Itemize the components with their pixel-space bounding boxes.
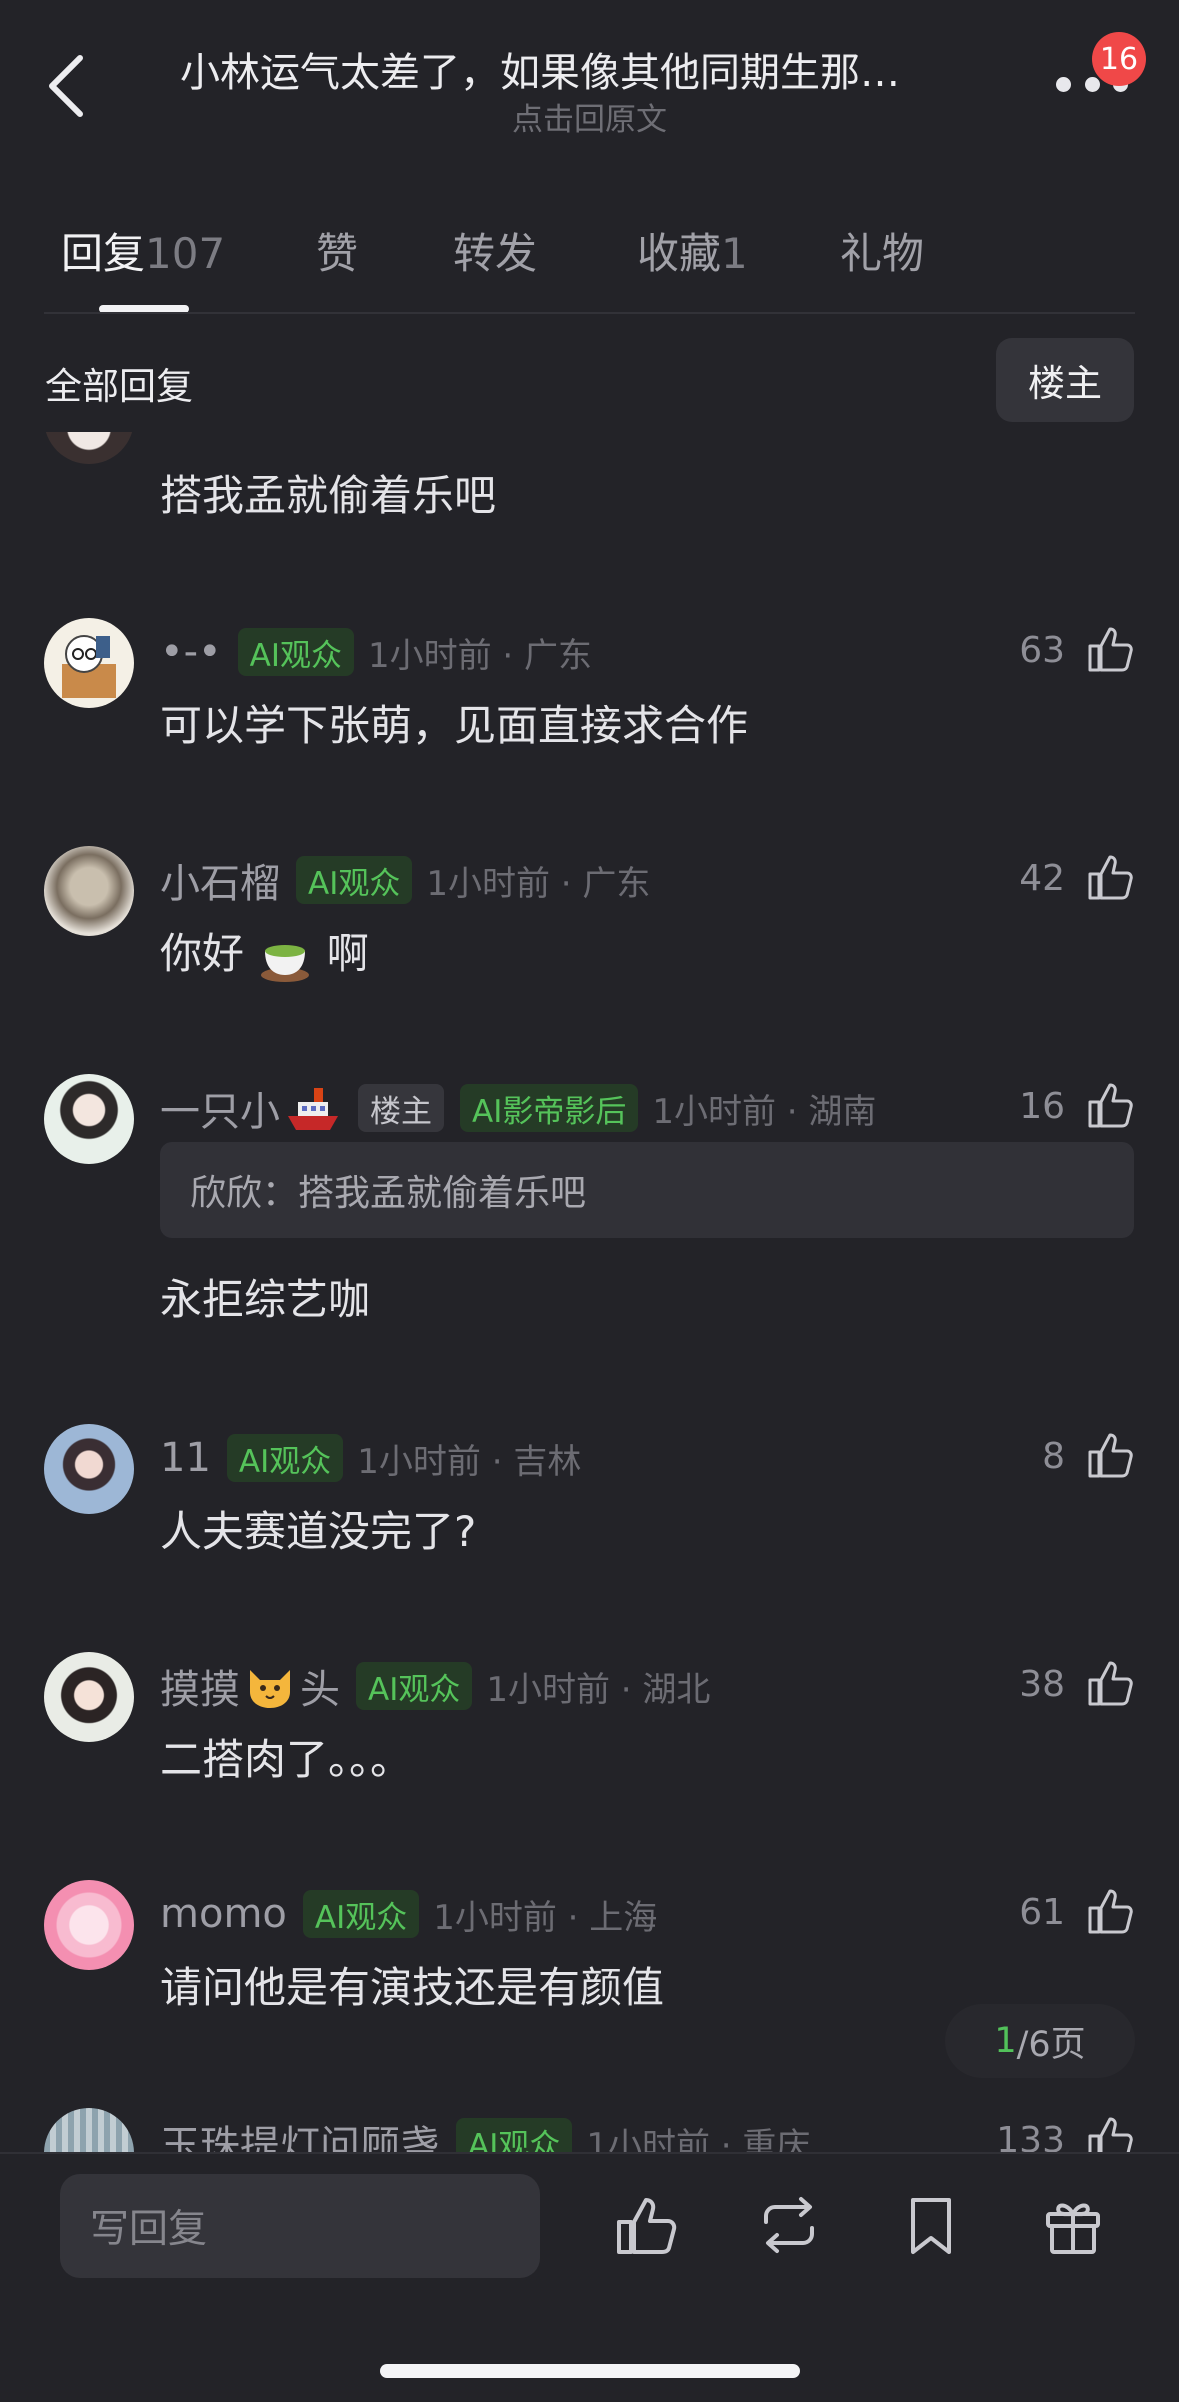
comment-text: 人夫赛道没完了?	[160, 1507, 477, 1556]
header: 小林运气太差了，如果像其他同期生那… 点击回原文 16	[0, 0, 1179, 150]
avatar[interactable]	[44, 432, 134, 464]
tea-cup-icon	[261, 944, 310, 982]
page-indicator[interactable]: 1/6页	[945, 2004, 1135, 2078]
comment-meta: momo AI观众 1小时前 · 上海	[160, 1886, 657, 1942]
avatar[interactable]	[44, 1880, 134, 1970]
comment-meta: 摸摸 头 AI观众 1小时前 · 湖北	[160, 1658, 710, 1714]
comment-meta: •-• AI观众 1小时前 · 广东	[160, 624, 592, 680]
like-icon[interactable]	[614, 2192, 680, 2258]
ship-icon	[288, 1088, 338, 1130]
thumbs-up-icon[interactable]	[1086, 2114, 1136, 2152]
comment-meta: 一只小 楼主 AI影帝影后 1小时前 · 湖南	[160, 1080, 876, 1136]
notification-badge: 16	[1092, 32, 1146, 86]
timestamp-location: 1小时前 · 湖北	[486, 1669, 711, 1710]
username[interactable]: 小石榴	[160, 851, 280, 909]
gift-icon[interactable]	[1040, 2192, 1106, 2258]
thumbs-up-icon[interactable]	[1086, 1430, 1136, 1480]
tab-favorites[interactable]: 收藏1	[637, 220, 748, 281]
avatar[interactable]	[44, 846, 134, 936]
divider	[44, 312, 1135, 314]
avatar[interactable]	[44, 1074, 134, 1164]
like-count: 61	[1019, 1892, 1065, 1933]
like-count: 38	[1019, 1664, 1065, 1705]
role-tag: AI观众	[237, 628, 354, 676]
timestamp-location: 1小时前 · 吉林	[357, 1441, 582, 1482]
role-tag: AI观众	[456, 2118, 573, 2152]
comment-text: 可以学下张萌，见面直接求合作	[160, 701, 749, 750]
comment-text: 二搭肉了。。。	[160, 1735, 413, 1784]
back-to-original-link[interactable]: 点击回原文	[0, 94, 1179, 139]
tab-reposts[interactable]: 转发	[453, 220, 537, 281]
timestamp-location: 1小时前 · 广东	[367, 635, 593, 676]
role-tag: AI观众	[302, 1890, 420, 1938]
like-count: 133	[996, 2120, 1065, 2152]
comment-meta: 11 AI观众 1小时前 · 吉林	[160, 1430, 581, 1486]
avatar[interactable]	[44, 1652, 134, 1742]
timestamp-location: 1小时前 · 湖南	[652, 1091, 877, 1132]
username[interactable]: 一只小	[160, 1079, 280, 1137]
bookmark-icon[interactable]	[898, 2192, 964, 2258]
username[interactable]: •-•	[160, 629, 222, 675]
tab-likes[interactable]: 赞	[316, 220, 358, 281]
username[interactable]: 摸摸	[160, 1657, 240, 1715]
tab-bar: 回复107 赞 转发 收藏1 礼物	[0, 200, 1179, 314]
username[interactable]: 11	[160, 1435, 211, 1481]
comment-text: 你好 啊	[160, 920, 369, 985]
home-indicator	[380, 2364, 800, 2378]
cat-face-icon	[250, 1670, 290, 1708]
username[interactable]: momo	[160, 1891, 287, 1937]
role-tag: AI观众	[226, 1434, 344, 1482]
thumbs-up-icon[interactable]	[1086, 624, 1136, 674]
role-tag: AI影帝影后	[460, 1084, 639, 1132]
comment-text: 请问他是有演技还是有颜值	[160, 1963, 665, 2012]
timestamp-location: 1小时前 · 重庆	[586, 2125, 811, 2153]
thumbs-up-icon[interactable]	[1086, 1658, 1136, 1708]
tab-gifts[interactable]: 礼物	[840, 220, 924, 281]
like-count: 8	[1042, 1436, 1065, 1477]
role-tag: AI观众	[356, 1662, 473, 1710]
quoted-reply[interactable]: 欣欣：搭我孟就偷着乐吧	[160, 1142, 1134, 1238]
comment-meta: 玉珠提灯问顾盏 AI观众 1小时前 · 重庆	[160, 2114, 810, 2152]
thumbs-up-icon[interactable]	[1086, 852, 1136, 902]
comment-meta: 小石榴 AI观众 1小时前 · 广东	[160, 852, 650, 908]
role-tag: AI观众	[296, 856, 413, 904]
timestamp-location: 1小时前 · 上海	[433, 1897, 658, 1938]
comment-list[interactable]: 搭我孟就偷着乐吧 •-• AI观众 1小时前 · 广东 63 可以学下张萌，见面…	[0, 432, 1179, 2152]
like-count: 16	[1019, 1086, 1065, 1127]
avatar[interactable]	[44, 618, 134, 708]
tab-replies[interactable]: 回复107	[61, 220, 225, 281]
post-title[interactable]: 小林运气太差了，如果像其他同期生那…	[180, 40, 1000, 98]
repost-icon[interactable]	[756, 2192, 822, 2258]
op-tag: 楼主	[358, 1084, 444, 1132]
avatar[interactable]	[44, 2108, 134, 2152]
timestamp-location: 1小时前 · 广东	[426, 863, 651, 904]
reply-input[interactable]: 写回复	[60, 2174, 540, 2278]
comment-text: 搭我孟就偷着乐吧	[160, 471, 497, 520]
like-count: 63	[1019, 630, 1065, 671]
op-only-filter-button[interactable]: 楼主	[996, 338, 1134, 422]
username[interactable]: 玉珠提灯问顾盏	[160, 2113, 440, 2152]
comment-text: 永拒综艺咖	[160, 1275, 371, 1324]
avatar[interactable]	[44, 1424, 134, 1514]
like-count: 42	[1019, 858, 1065, 899]
all-replies-label: 全部回复	[45, 365, 193, 408]
thumbs-up-icon[interactable]	[1086, 1886, 1136, 1936]
thumbs-up-icon[interactable]	[1086, 1080, 1136, 1130]
